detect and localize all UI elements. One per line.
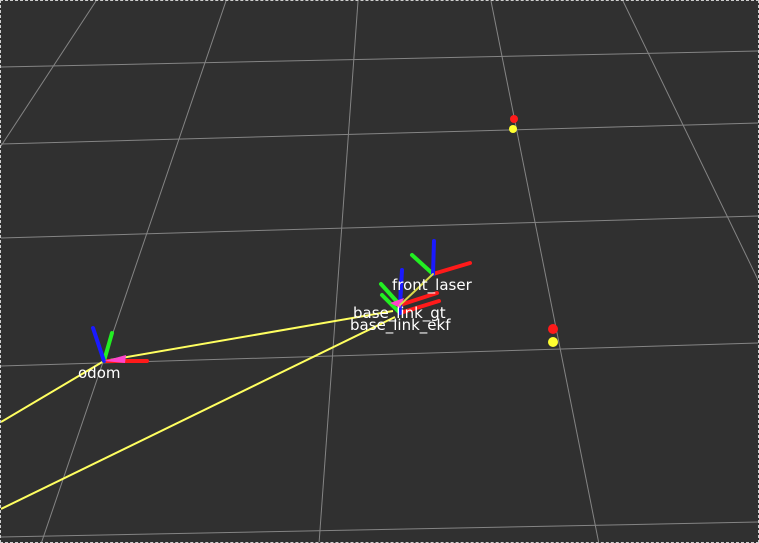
front-laser-frame-label: front_laser [392, 276, 473, 295]
grid-line [490, 1, 600, 542]
grid-line [1, 50, 758, 68]
yellow-point-near [548, 337, 558, 347]
grid-line [1, 215, 758, 239]
grid-line [318, 1, 359, 542]
odom-frame-axes [91, 326, 149, 363]
grid-line [1, 1, 97, 147]
front-laser-y-axis [410, 253, 435, 276]
ekf-path [1, 316, 396, 510]
scene-canvas[interactable]: odom front_laser base_link_gt base_link_… [1, 1, 759, 543]
3d-render-viewport[interactable]: odom front_laser base_link_gt base_link_… [0, 0, 759, 543]
odom-frame-label: odom [78, 364, 121, 382]
yellow-point-far [509, 125, 517, 133]
red-point-near [548, 324, 558, 334]
front-laser-z-axis [431, 239, 436, 276]
base-link-ekf-frame-label: base_link_ekf [350, 316, 451, 335]
grid-line [622, 1, 758, 282]
front-laser-x-axis [431, 261, 472, 276]
grid-line [41, 1, 227, 542]
odometry-paths [1, 310, 396, 510]
grid-line [1, 122, 758, 145]
odom-y-axis [102, 331, 114, 363]
red-point-far [510, 115, 518, 123]
grid-line [1, 521, 758, 538]
point-markers [509, 115, 558, 347]
ground-grid [1, 1, 758, 542]
front-laser-frame-axes [410, 239, 472, 276]
odom-z-axis [91, 326, 106, 363]
